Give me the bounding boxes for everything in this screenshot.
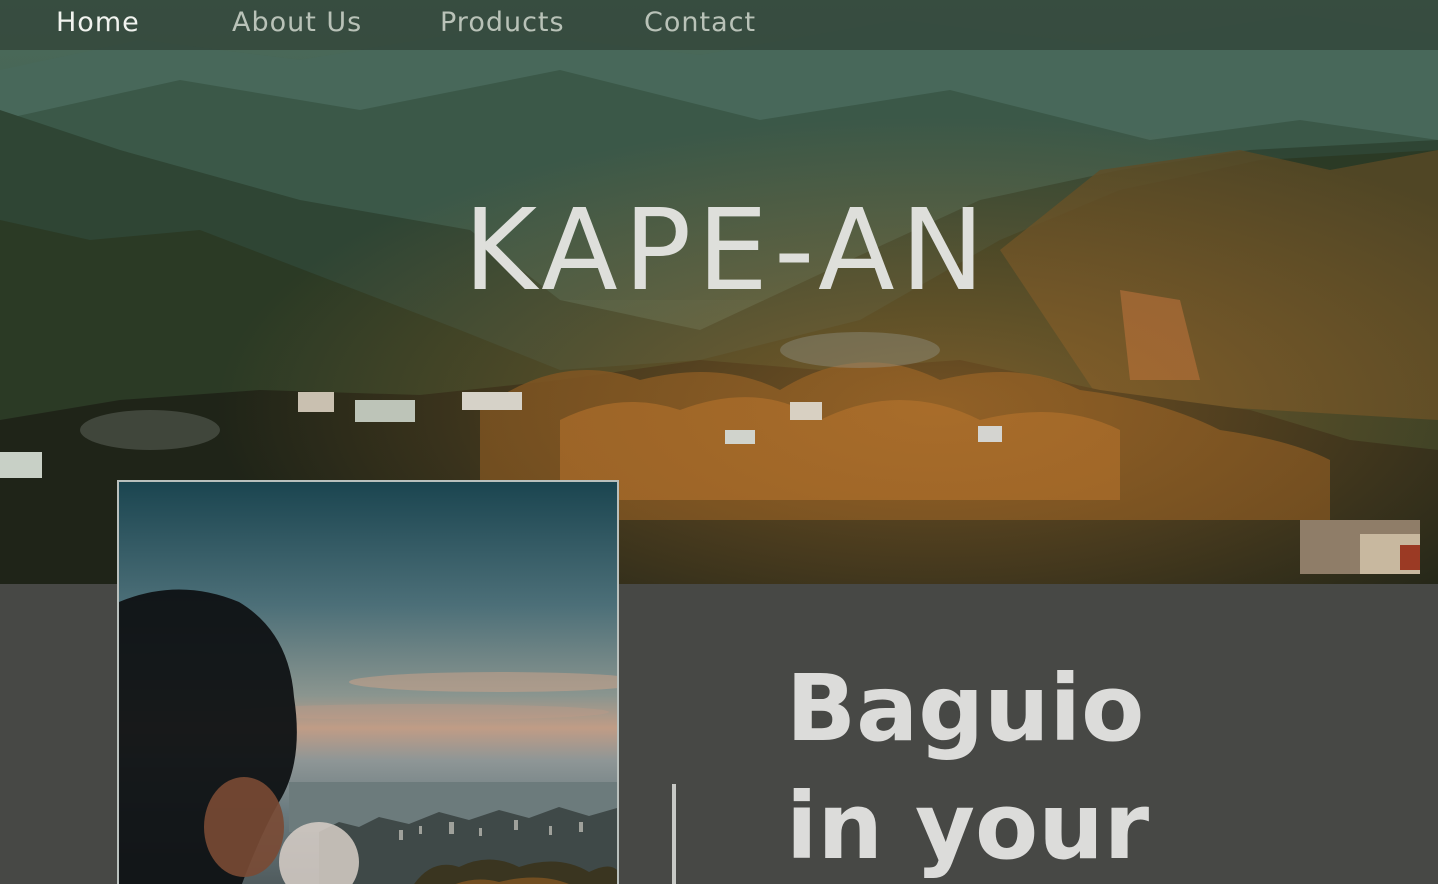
nav-about-link[interactable]: About Us xyxy=(232,7,362,38)
page: Home About Us Products Contact KAPE-AN B… xyxy=(0,0,1438,884)
hero-title: KAPE-AN xyxy=(463,186,991,316)
accent-divider xyxy=(672,784,676,884)
top-nav: Home About Us Products Contact xyxy=(0,0,1438,50)
nav-contact-link[interactable]: Contact xyxy=(644,7,756,38)
feature-photo xyxy=(117,480,619,884)
headline-line-2: in your xyxy=(786,773,1150,880)
headline-line-1: Baguio xyxy=(786,655,1145,762)
person-overlooking-city-image xyxy=(119,482,617,884)
nav-products-link[interactable]: Products xyxy=(440,7,565,38)
feature-headline: Baguio in your xyxy=(786,650,1149,884)
nav-home-link[interactable]: Home xyxy=(56,7,140,38)
